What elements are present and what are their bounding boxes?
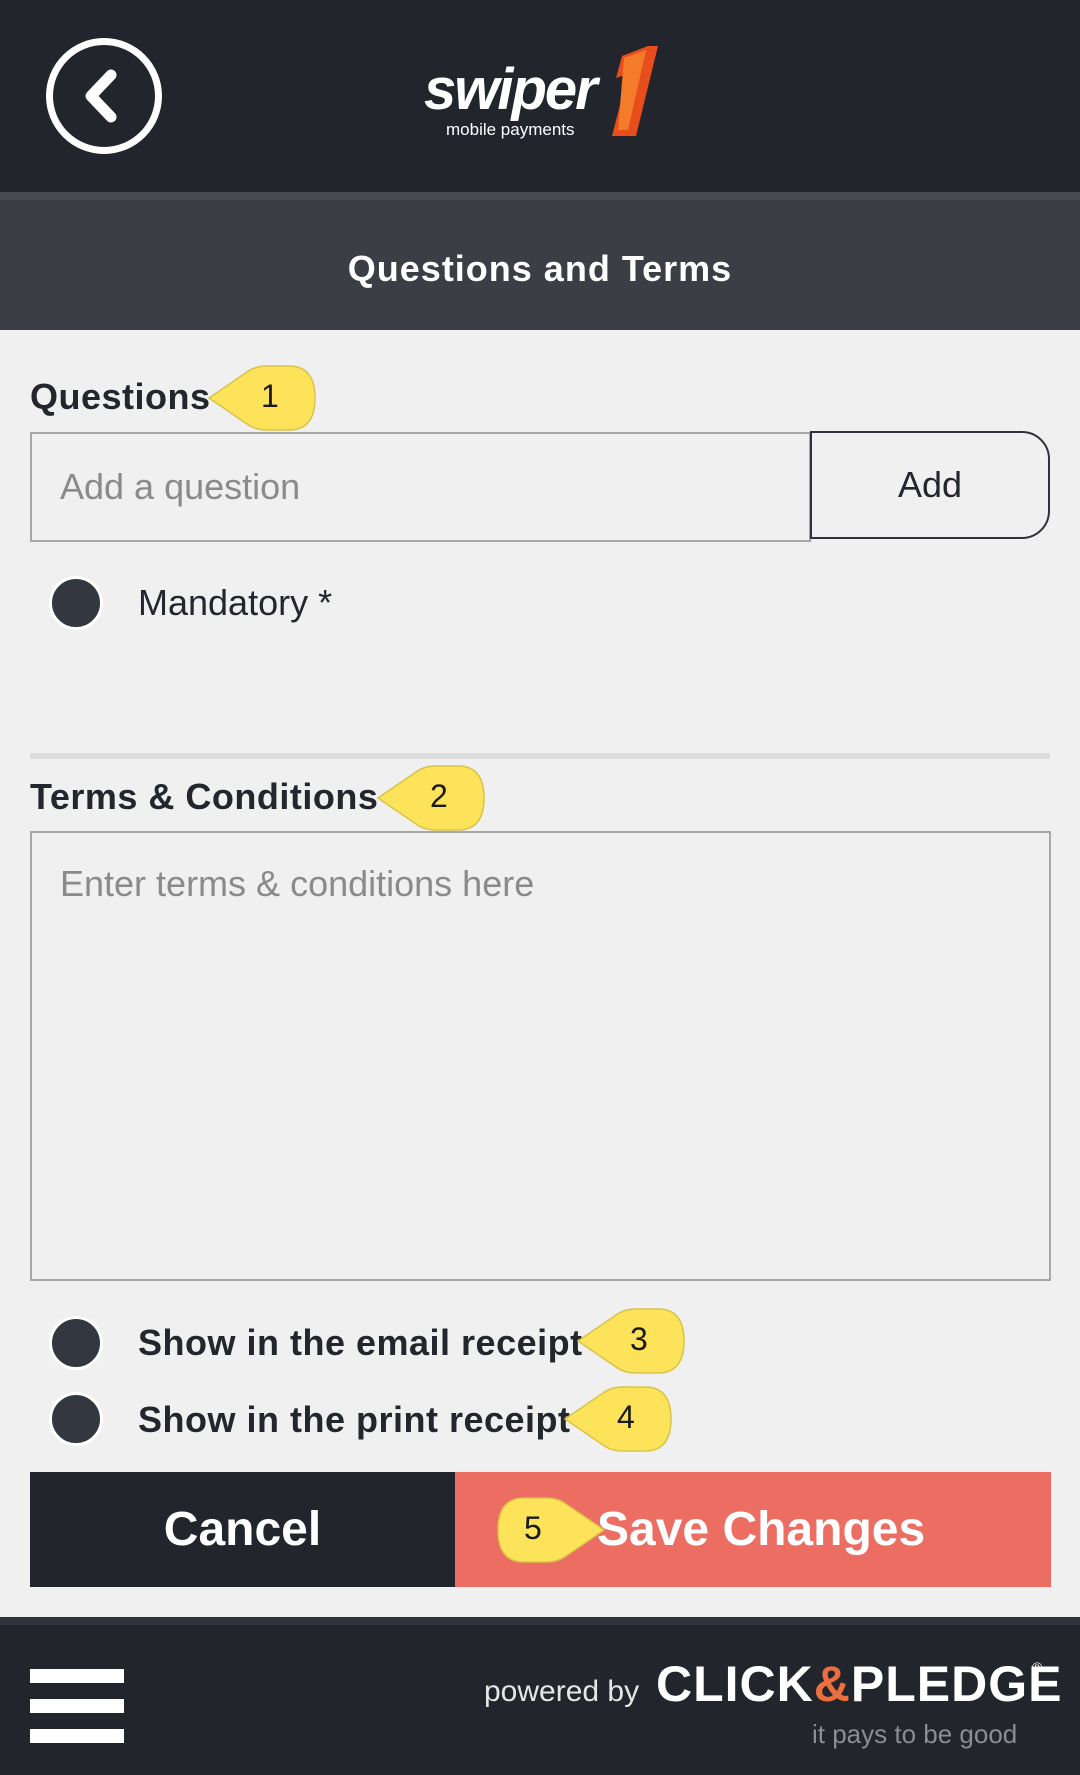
logo-number-one-mark bbox=[612, 46, 658, 136]
terms-heading: Terms & Conditions bbox=[30, 776, 379, 817]
page-title: Questions and Terms bbox=[347, 248, 733, 289]
callout-marker: 3 bbox=[574, 1307, 692, 1375]
app-header: swiper mobile payments bbox=[0, 0, 1080, 192]
brand-left: CLICK bbox=[656, 1656, 814, 1712]
callout-number: 5 bbox=[524, 1510, 542, 1546]
logo-subtitle: mobile payments bbox=[446, 120, 575, 139]
section-divider bbox=[30, 753, 1050, 759]
registered-mark: ® bbox=[1032, 1659, 1043, 1675]
chevron-left-icon bbox=[85, 69, 117, 123]
callout-number: 2 bbox=[430, 778, 448, 814]
save-changes-label: Save Changes bbox=[597, 1503, 926, 1556]
swiper-logo: swiper mobile payments bbox=[420, 40, 670, 150]
email-receipt-radio[interactable] bbox=[49, 1316, 103, 1370]
callout-marker: 5 bbox=[490, 1496, 608, 1564]
email-receipt-label: Show in the email receipt bbox=[138, 1322, 583, 1363]
add-question-button[interactable]: Add bbox=[810, 431, 1050, 539]
terms-textarea[interactable] bbox=[30, 831, 1051, 1281]
callout-number: 4 bbox=[617, 1399, 635, 1435]
brand-ampersand: & bbox=[813, 1656, 851, 1712]
callout-number: 3 bbox=[630, 1321, 648, 1357]
mandatory-radio[interactable] bbox=[49, 576, 103, 630]
mandatory-label: Mandatory * bbox=[138, 582, 333, 623]
print-receipt-radio[interactable] bbox=[49, 1392, 103, 1446]
print-receipt-label: Show in the print receipt bbox=[138, 1399, 571, 1440]
app-footer: powered by CLICK&PLEDGE ® it pays to be … bbox=[0, 1617, 1080, 1775]
brand-tagline: it pays to be good bbox=[812, 1719, 1018, 1749]
back-button[interactable] bbox=[46, 38, 162, 154]
callout-marker: 1 bbox=[205, 364, 323, 432]
questions-heading: Questions bbox=[30, 376, 211, 417]
callout-number: 1 bbox=[261, 378, 279, 414]
powered-by-text: powered by bbox=[484, 1675, 640, 1708]
callout-marker: 2 bbox=[374, 764, 492, 832]
question-input[interactable] bbox=[30, 432, 811, 542]
hamburger-menu-icon[interactable] bbox=[30, 1669, 124, 1743]
clickandpledge-logo: CLICK&PLEDGE bbox=[656, 1655, 1062, 1713]
cancel-button[interactable]: Cancel bbox=[30, 1472, 455, 1587]
title-bar: Questions and Terms bbox=[0, 192, 1080, 330]
logo-word: swiper bbox=[424, 57, 598, 122]
callout-marker: 4 bbox=[561, 1385, 679, 1453]
brand-right: PLEDGE bbox=[850, 1656, 1063, 1712]
